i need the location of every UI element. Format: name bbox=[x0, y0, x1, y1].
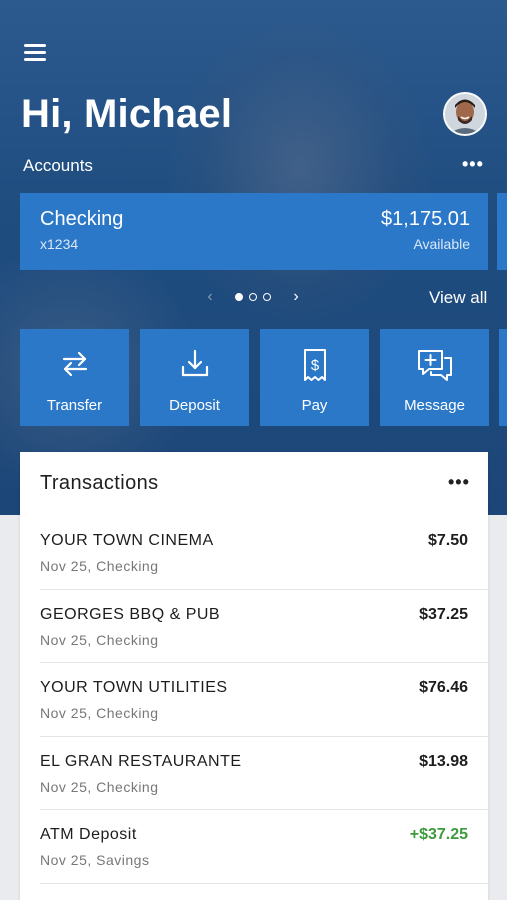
transaction-amount: $13.98 bbox=[419, 752, 468, 770]
next-action-tile[interactable] bbox=[499, 329, 507, 426]
transactions-list: YOUR TOWN CINEMA Nov 25, Checking $7.50 … bbox=[40, 516, 488, 884]
background-photo bbox=[170, 20, 430, 320]
page-dot bbox=[263, 293, 271, 301]
quick-actions: Transfer Deposit $ Pay Message bbox=[20, 329, 500, 426]
transaction-row[interactable]: YOUR TOWN UTILITIES Nov 25, Checking $76… bbox=[40, 663, 488, 737]
account-balance: $1,175.01 bbox=[381, 208, 470, 230]
page-indicator bbox=[232, 293, 274, 301]
greeting-title: Hi, Michael bbox=[21, 92, 233, 136]
transaction-row[interactable]: EL GRAN RESTAURANTE Nov 25, Checking $13… bbox=[40, 737, 488, 810]
transactions-card: Transactions ••• YOUR TOWN CINEMA Nov 25… bbox=[20, 452, 488, 900]
accounts-more-icon[interactable]: ••• bbox=[462, 154, 484, 175]
transaction-row[interactable]: GEORGES BBQ & PUB Nov 25, Checking $37.2… bbox=[40, 590, 488, 663]
message-label: Message bbox=[404, 397, 465, 414]
transaction-merchant: GEORGES BBQ & PUB bbox=[40, 605, 221, 623]
transaction-row[interactable]: ATM Deposit Nov 25, Savings +$37.25 bbox=[40, 810, 488, 884]
pay-button[interactable]: $ Pay bbox=[260, 329, 369, 426]
transactions-title: Transactions bbox=[40, 472, 159, 494]
transaction-meta: Nov 25, Checking bbox=[40, 705, 159, 721]
transfer-button[interactable]: Transfer bbox=[20, 329, 129, 426]
account-name: Checking bbox=[40, 208, 124, 230]
message-button[interactable]: Message bbox=[380, 329, 489, 426]
transaction-meta: Nov 25, Checking bbox=[40, 631, 159, 648]
transaction-amount: $37.25 bbox=[419, 605, 468, 623]
account-pager: ‹ › bbox=[200, 287, 306, 307]
view-all-link[interactable]: View all bbox=[429, 288, 487, 308]
accounts-heading: Accounts bbox=[23, 156, 93, 175]
transaction-merchant: YOUR TOWN CINEMA bbox=[40, 532, 214, 549]
deposit-button[interactable]: Deposit bbox=[140, 329, 249, 426]
transaction-merchant: ATM Deposit bbox=[40, 826, 137, 843]
transaction-amount: $76.46 bbox=[419, 679, 468, 696]
deposit-icon bbox=[140, 347, 249, 381]
transaction-amount: $7.50 bbox=[427, 532, 468, 549]
pay-icon: $ bbox=[260, 347, 369, 383]
next-account-card[interactable] bbox=[497, 193, 507, 270]
hamburger-menu-icon[interactable] bbox=[24, 44, 46, 64]
transfer-label: Transfer bbox=[46, 397, 103, 414]
transfer-icon bbox=[20, 347, 129, 381]
account-card-checking[interactable]: Checking x1234 $1,175.01 Available bbox=[20, 193, 488, 270]
transaction-row[interactable]: YOUR TOWN CINEMA Nov 25, Checking $7.50 bbox=[40, 516, 488, 590]
transaction-amount: +$37.25 bbox=[409, 826, 468, 843]
chevron-left-icon[interactable]: ‹ bbox=[200, 288, 220, 306]
pay-label: Pay bbox=[301, 397, 328, 414]
account-number: x1234 bbox=[40, 236, 79, 252]
transactions-more-icon[interactable]: ••• bbox=[448, 472, 470, 493]
transaction-merchant: EL GRAN RESTAURANTE bbox=[40, 752, 242, 770]
page-dot bbox=[249, 293, 257, 301]
transaction-meta: Nov 25, Checking bbox=[40, 558, 159, 574]
account-balance-label: Available bbox=[413, 236, 470, 252]
transaction-meta: Nov 25, Checking bbox=[40, 778, 159, 795]
chevron-right-icon[interactable]: › bbox=[286, 288, 306, 306]
message-icon bbox=[380, 347, 489, 383]
svg-text:$: $ bbox=[310, 357, 319, 374]
transaction-meta: Nov 25, Savings bbox=[40, 852, 150, 868]
transaction-merchant: YOUR TOWN UTILITIES bbox=[40, 679, 228, 696]
page-dot bbox=[235, 293, 243, 301]
deposit-label: Deposit bbox=[169, 397, 220, 414]
avatar[interactable] bbox=[443, 92, 487, 136]
